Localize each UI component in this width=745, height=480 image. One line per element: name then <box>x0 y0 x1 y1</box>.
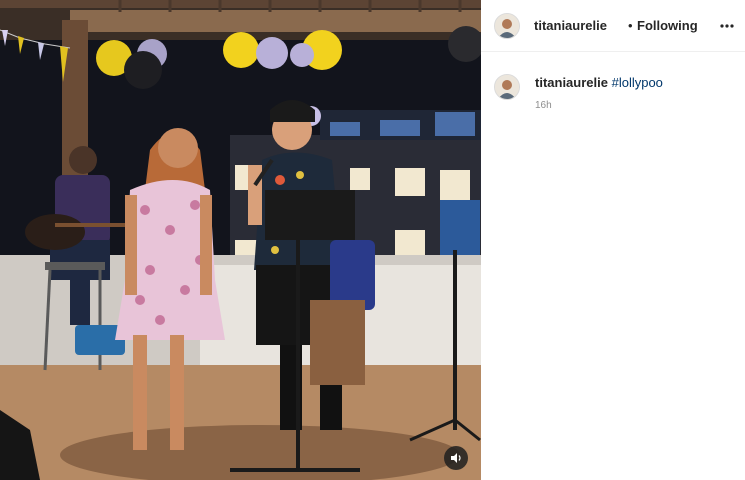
post-header: titaniaurelie • Following <box>481 0 745 52</box>
video-frame <box>0 0 481 480</box>
sound-toggle-button[interactable] <box>444 446 468 470</box>
separator-dot: • <box>628 18 633 33</box>
speaker-icon <box>451 453 461 463</box>
post-author-username[interactable]: titaniaurelie <box>534 18 607 33</box>
caption-text: titaniaurelie #lollypoo <box>535 75 663 91</box>
profile-photo <box>495 75 519 99</box>
caption-hashtag-link[interactable]: #lollypoo <box>612 75 663 90</box>
avatar[interactable] <box>494 13 520 39</box>
follow-status-button[interactable]: Following <box>637 18 698 33</box>
caption-username[interactable]: titaniaurelie <box>535 75 608 90</box>
profile-photo <box>495 14 519 38</box>
more-horizontal-icon <box>720 24 734 28</box>
post-timestamp[interactable]: 16h <box>535 100 552 111</box>
avatar[interactable] <box>494 74 520 100</box>
post-media-video[interactable] <box>0 0 481 480</box>
post-details-panel: titaniaurelie • Following titaniaurelie … <box>481 0 745 480</box>
more-options-button[interactable] <box>717 16 737 36</box>
